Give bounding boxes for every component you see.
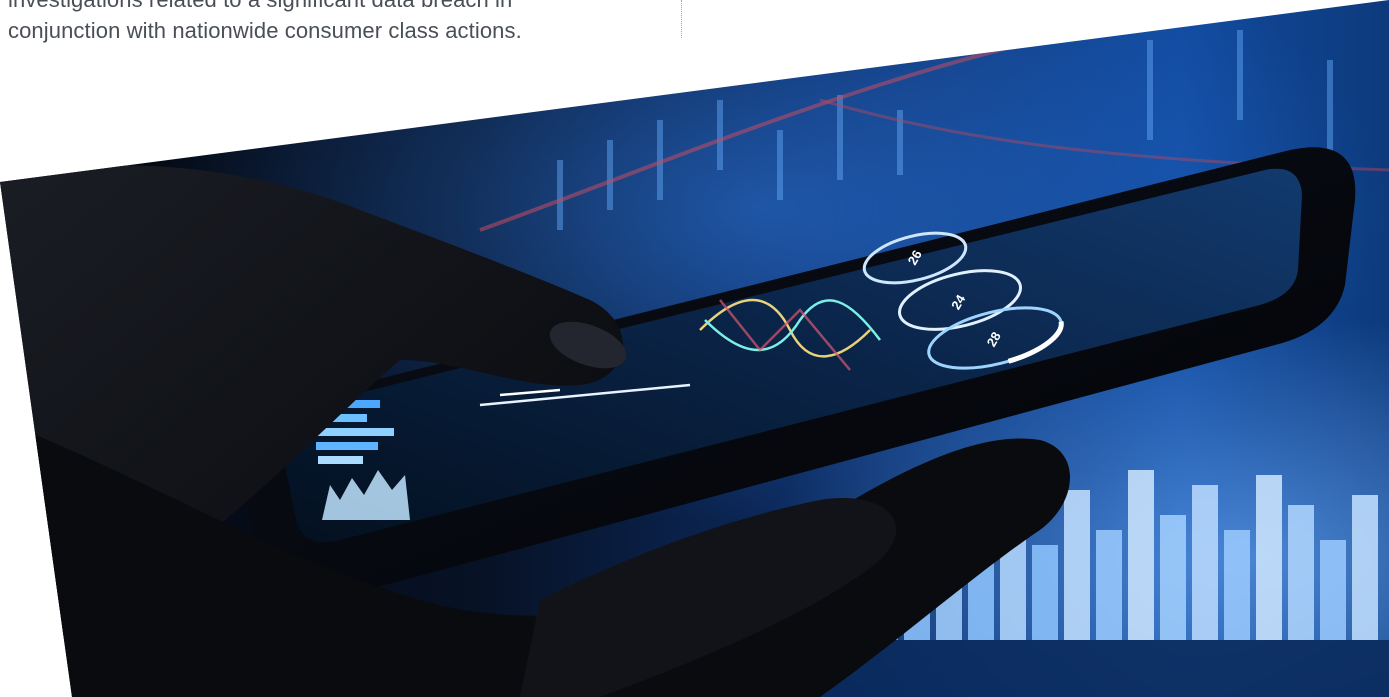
page: investigations related to a significant … <box>0 0 1389 697</box>
caption-line-2: conjunction with nationwide consumer cla… <box>8 18 522 43</box>
column-divider <box>681 0 682 38</box>
hero-image-smartphone: 26 24 28 <box>0 0 1389 697</box>
caption-line-1: investigations related to a significant … <box>8 0 668 15</box>
article-caption: investigations related to a significant … <box>8 0 668 46</box>
